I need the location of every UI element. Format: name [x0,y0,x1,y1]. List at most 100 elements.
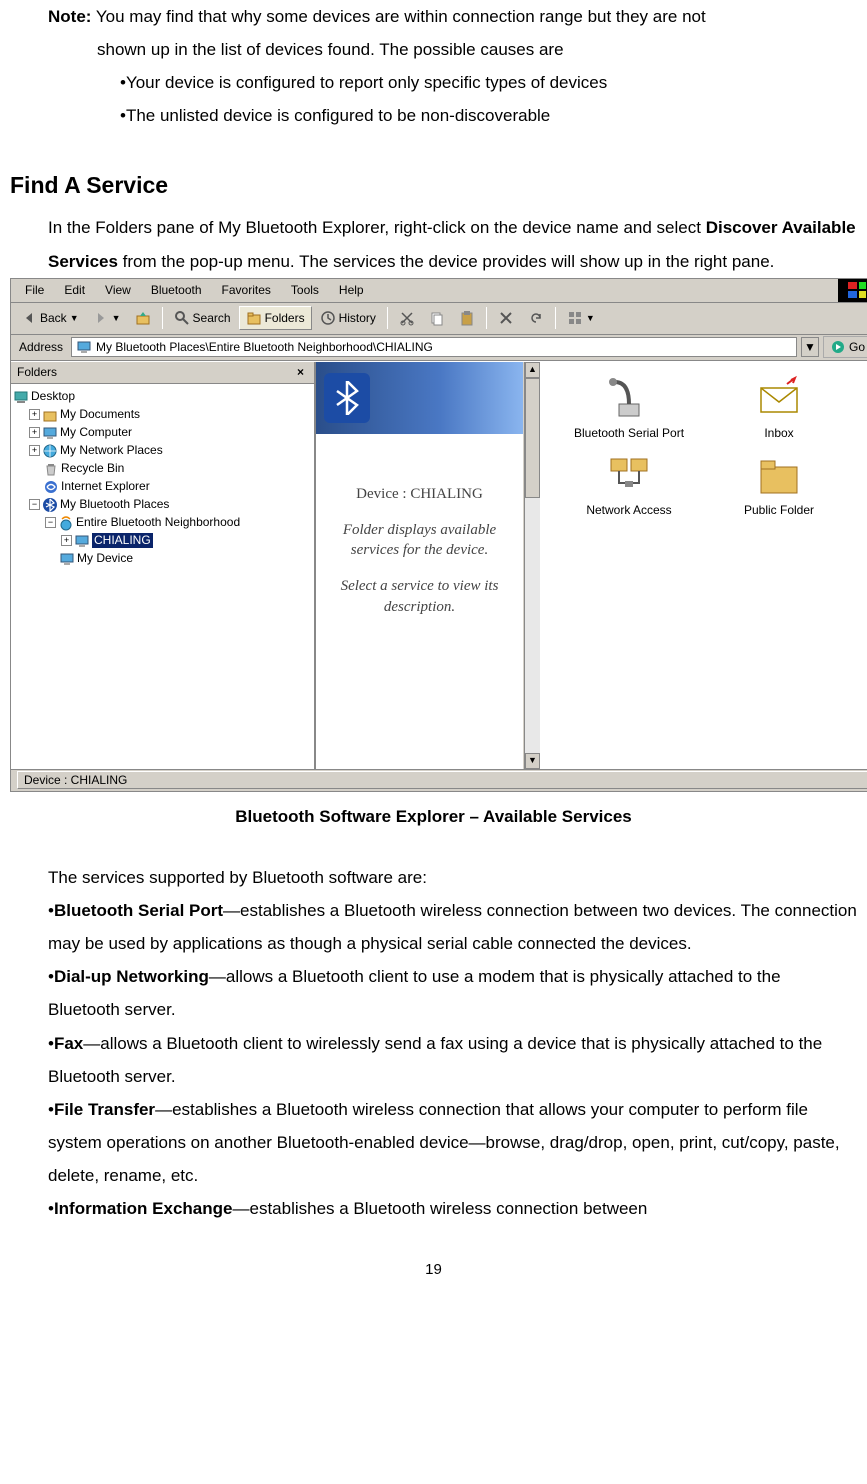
tree-desktop[interactable]: Desktop [13,388,312,406]
service-serial-name: Bluetooth Serial Port [54,901,223,920]
search-icon [174,310,190,326]
menubar: File Edit View Bluetooth Favorites Tools… [11,279,867,303]
tree-mynet[interactable]: + My Network Places [13,442,312,460]
menu-favorites[interactable]: Favorites [212,281,281,299]
address-dropdown-button[interactable]: ▼ [801,337,819,357]
windows-logo-icon [838,279,867,302]
remote-computer-icon [74,533,90,549]
service-inbox-label: Inbox [714,426,844,441]
info-scrollbar[interactable]: ▲ ▼ [524,362,540,769]
menu-edit[interactable]: Edit [54,281,95,299]
cut-button[interactable] [393,306,421,330]
intro-line-1: In the Folders pane of My Bluetooth Expl… [48,218,706,237]
search-label: Search [193,311,231,325]
tree-recycle-label: Recycle Bin [61,461,124,475]
forward-button[interactable]: ▼ [87,306,127,330]
serial-port-icon [605,374,653,422]
folder-tree: Desktop + My Documents + My Computer + M… [11,384,314,572]
computer-icon [42,425,58,441]
tree-ie[interactable]: Internet Explorer [13,478,312,496]
address-field[interactable]: My Bluetooth Places\Entire Bluetooth Nei… [71,337,797,357]
delete-button[interactable] [492,306,520,330]
paste-button[interactable] [453,306,481,330]
menu-tools[interactable]: Tools [281,281,329,299]
service-dialup-name: Dial-up Networking [54,967,209,986]
tree-mybt[interactable]: − My Bluetooth Places [13,496,312,514]
menu-view[interactable]: View [95,281,141,299]
note-label: Note: [48,7,91,26]
back-button[interactable]: Back ▼ [15,306,85,330]
tree-mydevice[interactable]: My Device [13,550,312,568]
tree-chialing[interactable]: + CHIALING [13,532,312,550]
note-text-2: shown up in the list of devices found. T… [10,33,857,66]
search-button[interactable]: Search [168,306,237,330]
copy-icon [429,310,445,326]
note-bullet-1: •Your device is configured to report onl… [10,66,857,99]
heading-find-a-service: Find A Service [10,163,857,208]
go-label: Go [849,340,865,354]
tree-entire-label: Entire Bluetooth Neighborhood [76,515,240,529]
computer-icon [76,339,92,355]
status-text: Device : CHIALING [17,771,867,789]
folders-pane: Folders × Desktop + My Documents + My Co… [11,362,316,769]
service-public-folder[interactable]: Public Folder [714,451,844,518]
note-bullet-2: •The unlisted device is configured to be… [10,99,857,132]
address-bar: Address My Bluetooth Places\Entire Bluet… [11,335,867,361]
ie-icon [43,479,59,495]
tree-ie-label: Internet Explorer [61,479,150,493]
service-bluetooth-serial-port[interactable]: Bluetooth Serial Port [564,374,694,441]
device-icon [59,551,75,567]
tree-mydocs-label: My Documents [60,407,140,421]
back-arrow-icon [21,310,37,326]
info-device-line: Device : CHIALING [328,484,511,504]
service-fax-desc: —allows a Bluetooth client to wirelessly… [48,1034,822,1086]
cut-icon [399,310,415,326]
service-filetransfer-desc: —establishes a Bluetooth wireless connec… [48,1100,840,1185]
go-icon [830,339,846,355]
address-label: Address [15,340,67,354]
tree-entire[interactable]: − Entire Bluetooth Neighborhood [13,514,312,532]
inbox-icon [755,374,803,422]
menu-file[interactable]: File [15,281,54,299]
recycle-bin-icon [43,461,59,477]
scroll-down-button[interactable]: ▼ [525,753,540,769]
bluetooth-logo-icon [324,373,370,423]
undo-icon [528,310,544,326]
up-button[interactable] [129,306,157,330]
folders-icon [246,310,262,326]
service-infoex-name: Information Exchange [54,1199,233,1218]
scroll-up-button[interactable]: ▲ [525,362,540,378]
up-folder-icon [135,310,151,326]
page-number: 19 [10,1255,857,1284]
service-fax-name: Fax [54,1034,83,1053]
menu-help[interactable]: Help [329,281,374,299]
tree-mynet-label: My Network Places [60,443,163,457]
tree-mycomp[interactable]: + My Computer [13,424,312,442]
tree-mydocs[interactable]: + My Documents [13,406,312,424]
views-button[interactable]: ▼ [561,306,601,330]
folder-icon [42,407,58,423]
go-button[interactable]: Go [823,336,867,358]
intro-line-2: from the pop-up menu. The services the d… [118,252,774,271]
service-inbox[interactable]: Inbox [714,374,844,441]
forward-arrow-icon [93,310,109,326]
services-pane: Bluetooth Serial Port Inbox Network Acce… [540,362,867,769]
folders-button[interactable]: Folders [239,306,312,330]
scroll-thumb[interactable] [525,378,540,498]
menu-bluetooth[interactable]: Bluetooth [141,281,212,299]
info-line-1: Folder displays available services for t… [328,520,511,561]
undo-button[interactable] [522,306,550,330]
service-network-access[interactable]: Network Access [564,451,694,518]
folders-label: Folders [265,311,305,325]
globe-radio-icon [58,515,74,531]
info-pane: Device : CHIALING Folder displays availa… [316,362,524,769]
tree-recycle[interactable]: Recycle Bin [13,460,312,478]
folders-close-button[interactable]: × [293,365,308,379]
delete-icon [498,310,514,326]
info-banner [316,362,523,434]
address-path: My Bluetooth Places\Entire Bluetooth Nei… [96,340,433,354]
tree-mydevice-label: My Device [77,551,133,565]
history-button[interactable]: History [314,306,382,330]
copy-button[interactable] [423,306,451,330]
public-folder-icon [755,451,803,499]
